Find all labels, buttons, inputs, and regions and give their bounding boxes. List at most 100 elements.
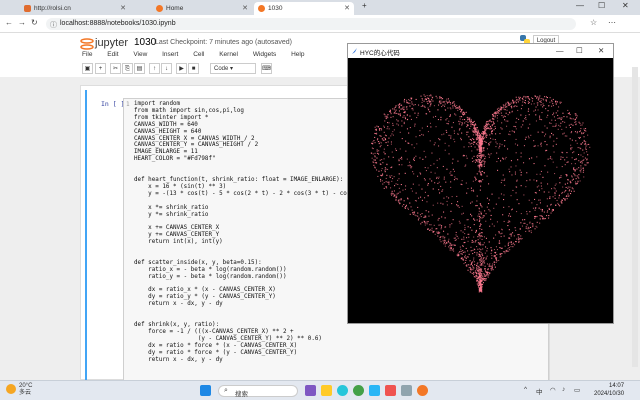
extensions-icon[interactable]: ⋯ (608, 18, 616, 27)
copy-icon[interactable]: ⎘ (122, 63, 133, 74)
heart-particle (480, 280, 482, 282)
heart-particle (392, 134, 394, 136)
heart-particle (412, 171, 414, 173)
menu-edit[interactable]: Edit (107, 51, 118, 58)
move-down-icon[interactable]: ↓ (161, 63, 172, 74)
heart-particle (386, 164, 388, 166)
page-scrollbar[interactable] (632, 67, 638, 367)
stop-icon[interactable]: ■ (188, 63, 199, 74)
menu-file[interactable]: File (82, 51, 92, 58)
tab-home[interactable]: Home ✕ (152, 2, 252, 15)
battery-icon[interactable]: ▭ (574, 386, 580, 394)
tk-heart-window[interactable]: HYC的心代码 — ☐ ✕ (347, 43, 614, 324)
heart-particle (412, 212, 414, 214)
heart-particle (540, 215, 542, 217)
volume-icon[interactable]: ♪ (562, 386, 565, 393)
close-tab-icon[interactable]: ✕ (120, 4, 126, 12)
new-tab-icon[interactable]: + (362, 1, 367, 10)
heart-particle (485, 136, 487, 138)
heart-particle (536, 216, 538, 218)
weather-widget[interactable]: 20°C 多云 (6, 383, 32, 397)
task-view-icon[interactable] (305, 385, 316, 396)
heart-particle (552, 134, 554, 136)
heart-particle (502, 158, 504, 160)
cell-type-select[interactable]: Code ▾ (210, 63, 256, 74)
wechat-icon[interactable] (353, 385, 364, 396)
heart-particle (526, 213, 528, 215)
heart-particle (449, 242, 451, 244)
menu-kernel[interactable]: Kernel (219, 51, 238, 58)
heart-particle (438, 176, 440, 178)
cut-icon[interactable]: ✂ (110, 63, 121, 74)
heart-particle (458, 123, 460, 125)
tray-chevron-icon[interactable]: ^ (524, 386, 527, 393)
heart-particle (478, 282, 480, 284)
minimize-icon[interactable]: — (576, 1, 584, 10)
back-icon[interactable]: ← (5, 18, 13, 27)
tab-rolsi[interactable]: http://rolsi.cn ✕ (20, 2, 130, 15)
heart-particle (545, 96, 547, 98)
heart-particle (506, 125, 508, 127)
run-icon[interactable]: ▶ (176, 63, 187, 74)
heart-particle (508, 215, 510, 217)
heart-particle (440, 119, 442, 121)
clock[interactable]: 14:07 2024/10/30 (594, 383, 624, 398)
jupyter-brand[interactable]: jupyter (95, 37, 128, 49)
heart-particle (540, 100, 542, 102)
heart-particle (395, 106, 397, 108)
tk-close-icon[interactable]: ✕ (598, 46, 604, 55)
tk-maximize-icon[interactable]: ☐ (576, 46, 583, 55)
close-tab-icon[interactable]: ✕ (344, 4, 350, 12)
heart-particle (468, 136, 470, 138)
close-window-icon[interactable]: ✕ (622, 1, 629, 10)
menu-widgets[interactable]: Widgets (253, 51, 276, 58)
move-up-icon[interactable]: ↑ (149, 63, 160, 74)
forward-icon[interactable]: → (18, 18, 26, 27)
heart-particle (570, 123, 572, 125)
menu-cell[interactable]: Cell (193, 51, 204, 58)
tk-minimize-icon[interactable]: — (556, 46, 564, 55)
heart-particle (444, 226, 446, 228)
jupyter-logo-icon[interactable] (80, 37, 94, 51)
keyboard-icon[interactable]: ⌨ (261, 63, 272, 74)
heart-particle (507, 225, 509, 227)
file-explorer-icon[interactable] (321, 385, 332, 396)
wifi-icon[interactable]: ◠ (550, 386, 556, 394)
paste-icon[interactable]: ▤ (134, 63, 145, 74)
menu-insert[interactable]: Insert (162, 51, 178, 58)
taskbar-search[interactable]: ⌕ 搜索 (218, 385, 298, 398)
heart-particle (490, 247, 492, 249)
save-icon[interactable]: ▣ (82, 63, 93, 74)
close-tab-icon[interactable]: ✕ (242, 4, 248, 12)
tray-lang[interactable]: 中 (536, 386, 543, 396)
edge-icon[interactable] (337, 385, 348, 396)
heart-particle (458, 252, 460, 254)
menu-view[interactable]: View (133, 51, 147, 58)
url-field[interactable]: ⓘ localhost:8888/notebooks/1030.ipynb (46, 18, 576, 30)
tk-title-bar[interactable]: HYC的心代码 — ☐ ✕ (348, 44, 613, 58)
heart-particle (547, 158, 549, 160)
add-cell-icon[interactable]: + (95, 63, 106, 74)
python-app-icon[interactable] (401, 385, 412, 396)
heart-particle (423, 100, 425, 102)
maximize-icon[interactable]: ☐ (598, 1, 605, 10)
heart-particle (525, 118, 527, 120)
heart-particle (463, 238, 465, 240)
app-icon[interactable] (385, 385, 396, 396)
tab-1030[interactable]: 1030 ✕ (254, 2, 354, 15)
heart-particle (469, 138, 471, 140)
menu-help[interactable]: Help (291, 51, 304, 58)
refresh-icon[interactable]: ↻ (31, 18, 38, 27)
heart-particle (504, 158, 506, 160)
heart-particle (539, 215, 541, 217)
heart-particle (409, 127, 411, 129)
jupyter-app-icon[interactable] (417, 385, 428, 396)
store-icon[interactable] (369, 385, 380, 396)
heart-particle (408, 99, 410, 101)
heart-particle (534, 207, 536, 209)
favorites-icon[interactable]: ☆ (590, 18, 597, 27)
heart-particle (439, 192, 441, 194)
notebook-name[interactable]: 1030 (134, 37, 156, 48)
site-info-icon[interactable]: ⓘ (50, 20, 57, 30)
start-icon[interactable] (200, 385, 211, 396)
